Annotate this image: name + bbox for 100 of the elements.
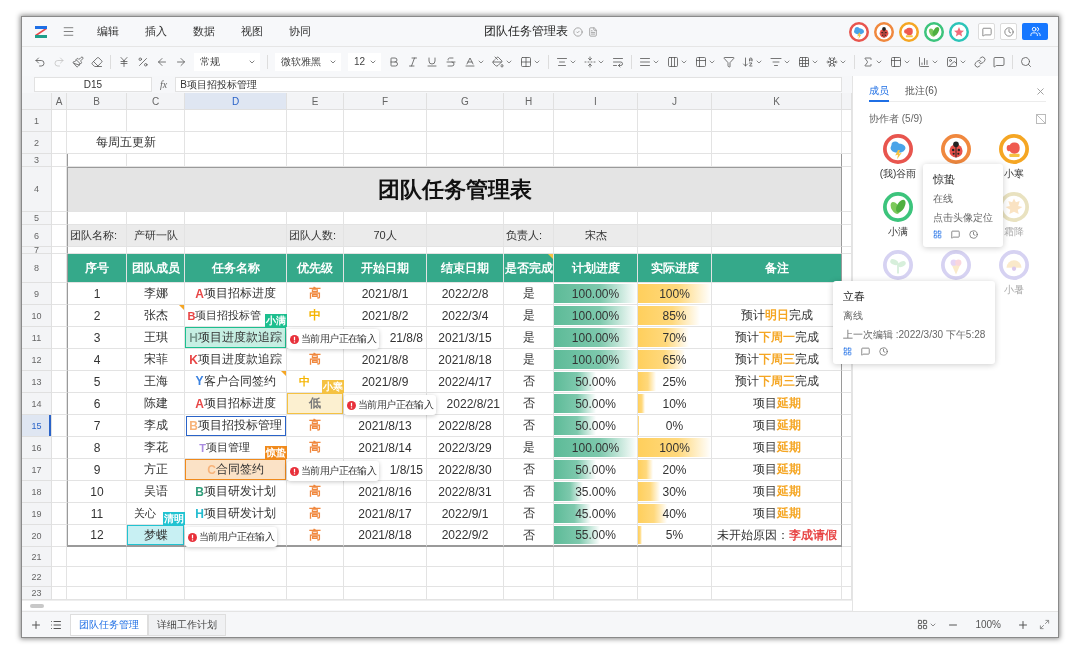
- border-icon[interactable]: [520, 55, 542, 68]
- menu-item[interactable]: 协同: [289, 24, 311, 39]
- conditional-format-icon[interactable]: [770, 55, 792, 68]
- row-header[interactable]: 13: [22, 371, 52, 393]
- row-header[interactable]: 3: [22, 154, 52, 167]
- cloud-avatar[interactable]: [849, 21, 869, 42]
- search-icon[interactable]: [1020, 55, 1033, 68]
- format-painter-icon[interactable]: [72, 55, 84, 68]
- row-header[interactable]: 4: [22, 167, 52, 212]
- scrollbar-thumb[interactable]: [30, 603, 44, 608]
- row-header[interactable]: 7: [22, 247, 52, 254]
- panel-tab[interactable]: 批注(6): [905, 81, 938, 102]
- menu-item[interactable]: 编辑: [97, 24, 119, 39]
- close-icon[interactable]: [1035, 86, 1046, 97]
- square-icon[interactable]: [1036, 114, 1046, 124]
- history-button[interactable]: [1000, 23, 1017, 40]
- corner-cell[interactable]: [22, 93, 52, 110]
- eraser-icon[interactable]: [91, 55, 103, 68]
- leaf-avatar[interactable]: [924, 21, 944, 42]
- underline-icon[interactable]: [426, 55, 439, 68]
- number-format-select[interactable]: 常规: [194, 52, 260, 71]
- sort-icon[interactable]: [742, 55, 764, 68]
- column-header[interactable]: A: [52, 93, 67, 110]
- table-icon[interactable]: [798, 55, 820, 68]
- pivot-icon[interactable]: [890, 55, 912, 68]
- row-header[interactable]: 18: [22, 481, 52, 503]
- column-header[interactable]: K: [712, 93, 842, 110]
- mitten-avatar[interactable]: [899, 21, 919, 42]
- column-header[interactable]: G: [427, 93, 504, 110]
- row-header[interactable]: 23: [22, 587, 52, 600]
- add-sheet-icon[interactable]: [30, 618, 42, 631]
- row-header[interactable]: 8: [22, 254, 52, 283]
- merge-icon[interactable]: [695, 55, 717, 68]
- leaf-avatar[interactable]: [883, 192, 913, 222]
- zoom-in-icon[interactable]: [1017, 618, 1029, 631]
- comment-button[interactable]: [978, 23, 995, 40]
- column-header[interactable]: C: [127, 93, 185, 110]
- view-mode-icon[interactable]: [917, 619, 938, 630]
- sum-icon[interactable]: [862, 55, 884, 68]
- menu-item[interactable]: 插入: [145, 24, 167, 39]
- edited-cell[interactable]: 梦蝶: [127, 525, 184, 545]
- column-header[interactable]: F: [344, 93, 427, 110]
- row-header[interactable]: 2: [22, 132, 52, 154]
- cloud-avatar[interactable]: [883, 134, 913, 164]
- sheet-tab[interactable]: 团队任务管理: [70, 613, 148, 636]
- font-color-icon[interactable]: [464, 55, 486, 68]
- row-icon[interactable]: [639, 55, 661, 68]
- selected-cell[interactable]: B项目招投标管理: [185, 415, 287, 437]
- column-header[interactable]: H: [504, 93, 554, 110]
- font-size-select[interactable]: 12: [348, 52, 382, 71]
- row-header[interactable]: 12: [22, 349, 52, 371]
- row-header[interactable]: 17: [22, 459, 52, 481]
- row-header[interactable]: 14: [22, 393, 52, 415]
- row-header[interactable]: 15: [22, 415, 52, 437]
- wrap-text-icon[interactable]: [612, 55, 625, 68]
- comment-icon[interactable]: [951, 230, 960, 239]
- column-icon[interactable]: [667, 55, 689, 68]
- sheet-tab[interactable]: 详细工作计划: [148, 613, 226, 636]
- star-avatar[interactable]: [949, 21, 969, 42]
- logo-icon[interactable]: [34, 24, 48, 39]
- row-header[interactable]: 11: [22, 327, 52, 349]
- mitten-avatar[interactable]: [999, 134, 1029, 164]
- locate-icon[interactable]: [843, 347, 852, 356]
- fill-color-icon[interactable]: [492, 55, 514, 68]
- edited-cell[interactable]: H项目进度款追踪: [185, 327, 286, 348]
- decrease-decimal-icon[interactable]: [156, 55, 168, 68]
- link-icon[interactable]: [974, 55, 987, 68]
- history-icon[interactable]: [969, 230, 978, 239]
- chart-icon[interactable]: [918, 55, 940, 68]
- row-header[interactable]: 21: [22, 547, 52, 567]
- filter-icon[interactable]: [723, 55, 736, 68]
- menu-item[interactable]: 数据: [193, 24, 215, 39]
- panel-tab[interactable]: 成员: [869, 81, 889, 102]
- row-header[interactable]: 10: [22, 305, 52, 327]
- freeze-icon[interactable]: [826, 55, 848, 68]
- column-header[interactable]: J: [638, 93, 712, 110]
- column-header[interactable]: E: [287, 93, 344, 110]
- undo-icon[interactable]: [34, 55, 46, 68]
- column-header[interactable]: B: [67, 93, 127, 110]
- comment-icon[interactable]: [861, 347, 870, 356]
- font-select[interactable]: 微软雅黑: [275, 52, 341, 71]
- row-header[interactable]: 6: [22, 225, 52, 247]
- edited-cell[interactable]: 低: [287, 393, 343, 414]
- fit-icon[interactable]: [1039, 619, 1050, 630]
- row-header[interactable]: 19: [22, 503, 52, 525]
- menu-item[interactable]: 视图: [241, 24, 263, 39]
- history-icon[interactable]: [879, 347, 888, 356]
- italic-icon[interactable]: [407, 55, 420, 68]
- comment-icon[interactable]: [993, 55, 1006, 68]
- row-header[interactable]: 1: [22, 110, 52, 132]
- row-header[interactable]: 22: [22, 567, 52, 587]
- currency-icon[interactable]: [118, 55, 130, 68]
- members-button[interactable]: [1022, 23, 1048, 40]
- vertical-align-icon[interactable]: [584, 55, 606, 68]
- locate-icon[interactable]: [933, 230, 942, 239]
- ladybug-avatar[interactable]: [874, 21, 894, 42]
- column-header[interactable]: D: [185, 93, 287, 110]
- row-header[interactable]: 5: [22, 212, 52, 225]
- row-header[interactable]: 16: [22, 437, 52, 459]
- menu-icon[interactable]: [62, 25, 75, 38]
